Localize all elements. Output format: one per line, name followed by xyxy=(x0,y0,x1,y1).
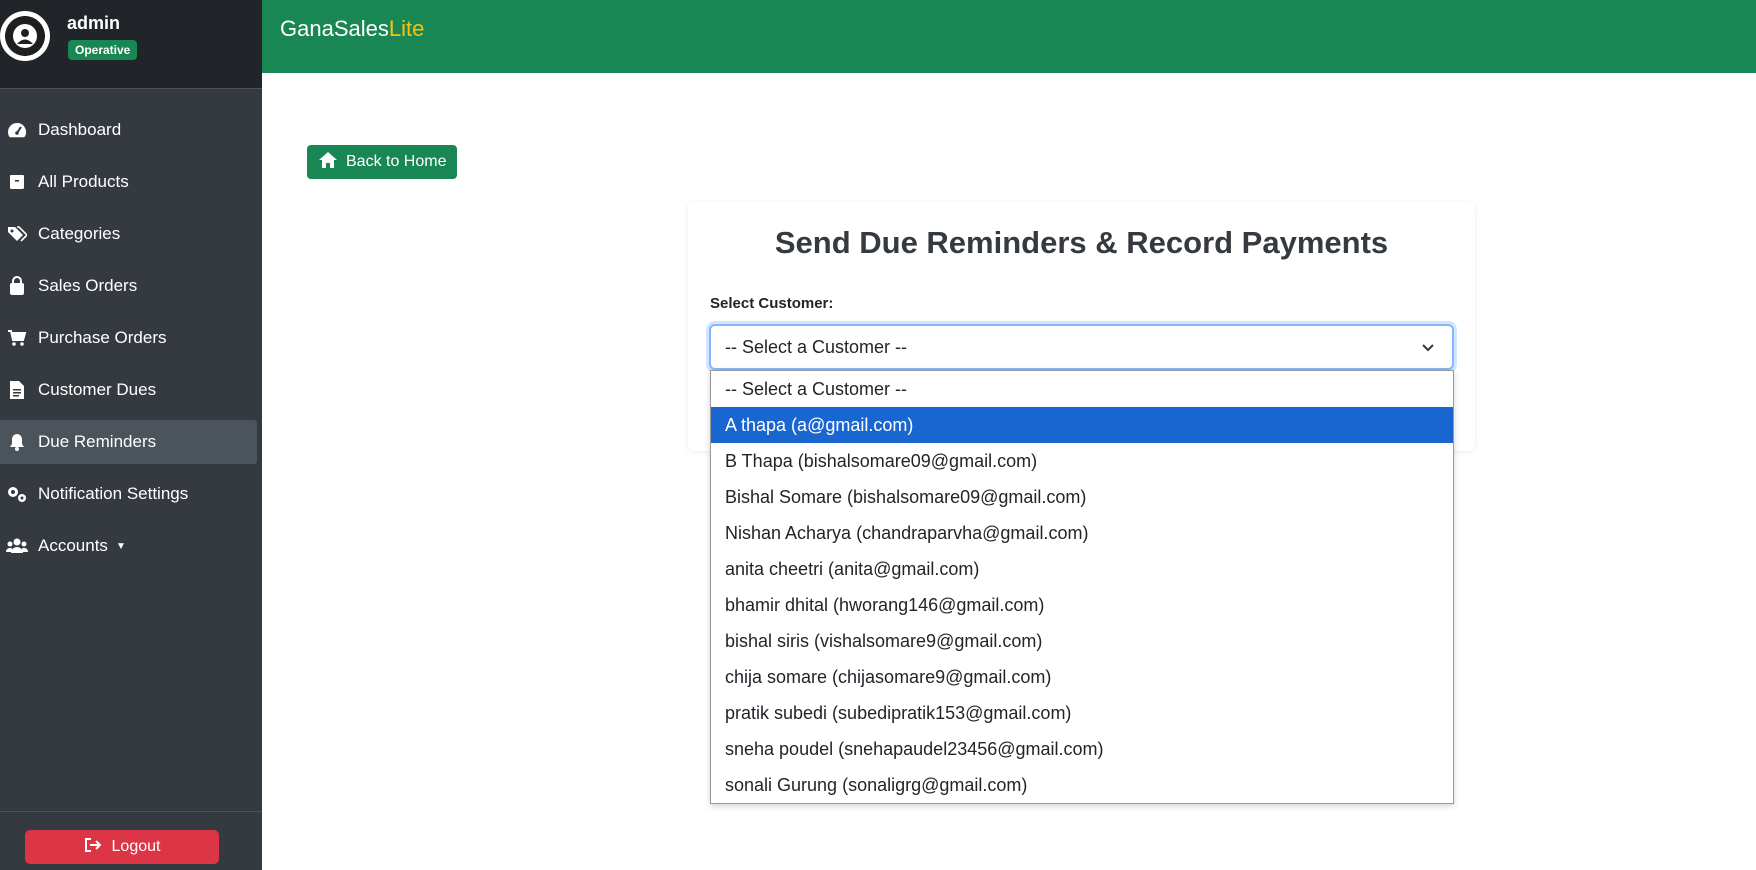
select-customer-label: Select Customer: xyxy=(710,295,834,312)
sidebar-item-label: Categories xyxy=(38,224,121,243)
sidebar-item-purchase-orders[interactable]: Purchase Orders xyxy=(0,316,262,360)
shopping-bag-icon xyxy=(6,275,28,297)
logout-label: Logout xyxy=(111,838,161,855)
sidebar-footer: Logout xyxy=(0,811,262,870)
brand-logo[interactable]: GanaSalesLite xyxy=(280,16,424,42)
sidebar-item-accounts[interactable]: Accounts ▼ xyxy=(0,524,262,568)
user-name: admin xyxy=(67,13,121,33)
sidebar-item-label: Notification Settings xyxy=(38,484,189,503)
sidebar-item-dashboard[interactable]: Dashboard xyxy=(0,108,262,152)
status-badge: Operative xyxy=(68,40,138,60)
gauge-icon xyxy=(6,119,28,141)
customer-select-value: -- Select a Customer -- xyxy=(725,336,908,357)
customer-options-list: -- Select a Customer -- A thapa (a@gmail… xyxy=(710,370,1454,804)
sidebar-item-label: All Products xyxy=(38,172,129,191)
customer-option[interactable]: bhamir dhital (hworang146@gmail.com) xyxy=(711,587,1453,623)
chevron-down-icon xyxy=(1422,344,1434,352)
sidebar-item-label: Purchase Orders xyxy=(38,328,167,347)
sidebar-item-notification-settings[interactable]: Notification Settings xyxy=(0,472,262,516)
home-icon xyxy=(318,151,338,174)
sidebar-item-label: Dashboard xyxy=(38,120,122,139)
document-icon xyxy=(6,379,28,401)
gears-icon xyxy=(6,483,28,505)
sidebar-item-due-reminders[interactable]: Due Reminders xyxy=(0,420,257,464)
sidebar-item-label: Customer Dues xyxy=(38,380,157,399)
customer-option-highlighted[interactable]: A thapa (a@gmail.com) xyxy=(711,407,1453,443)
customer-option[interactable]: sneha poudel (snehapaudel23456@gmail.com… xyxy=(711,731,1453,767)
customer-option[interactable]: Nishan Acharya (chandraparvha@gmail.com) xyxy=(711,515,1453,551)
avatar xyxy=(0,11,50,61)
brand-accent: Lite xyxy=(388,16,425,41)
customer-option[interactable]: B Thapa (bishalsomare09@gmail.com) xyxy=(711,443,1453,479)
users-icon xyxy=(6,535,28,557)
sidebar-nav: Dashboard All Products Categories Sales … xyxy=(0,108,262,576)
cart-icon xyxy=(6,327,28,349)
gear-user-icon xyxy=(5,16,45,56)
customer-option[interactable]: -- Select a Customer -- xyxy=(711,371,1453,407)
customer-option[interactable]: bishal siris (vishalsomare9@gmail.com) xyxy=(711,623,1453,659)
customer-option[interactable]: pratik subedi (subedipratik153@gmail.com… xyxy=(711,695,1453,731)
sidebar-item-all-products[interactable]: All Products xyxy=(0,160,262,204)
logout-icon xyxy=(84,837,102,858)
customer-option[interactable]: Bishal Somare (bishalsomare09@gmail.com) xyxy=(711,479,1453,515)
customer-option[interactable]: anita cheetri (anita@gmail.com) xyxy=(711,551,1453,587)
customer-option[interactable]: sonali Gurung (sonaligrg@gmail.com) xyxy=(711,767,1453,803)
user-panel: admin Operative xyxy=(0,0,262,89)
sidebar-item-label: Sales Orders xyxy=(38,276,138,295)
back-to-home-button[interactable]: Back to Home xyxy=(307,145,458,179)
logout-button[interactable]: Logout xyxy=(25,830,219,864)
tags-icon xyxy=(6,223,28,245)
sidebar: admin Operative Dashboard All Products C… xyxy=(0,0,262,870)
back-to-home-label: Back to Home xyxy=(346,153,447,170)
sidebar-item-label: Due Reminders xyxy=(38,432,157,451)
sidebar-item-label: Accounts xyxy=(38,536,108,555)
bell-icon xyxy=(6,431,28,453)
caret-down-icon: ▼ xyxy=(115,540,126,552)
top-header: GanaSalesLite xyxy=(262,0,1756,73)
sidebar-item-sales-orders[interactable]: Sales Orders xyxy=(0,264,262,308)
sidebar-item-categories[interactable]: Categories xyxy=(0,212,262,256)
box-icon xyxy=(6,171,28,193)
customer-option[interactable]: chija somare (chijasomare9@gmail.com) xyxy=(711,659,1453,695)
sidebar-item-customer-dues[interactable]: Customer Dues xyxy=(0,368,262,412)
page-title: Send Due Reminders & Record Payments xyxy=(774,225,1389,260)
brand-main: GanaSales xyxy=(280,16,389,41)
customer-select[interactable]: -- Select a Customer -- xyxy=(709,324,1454,370)
